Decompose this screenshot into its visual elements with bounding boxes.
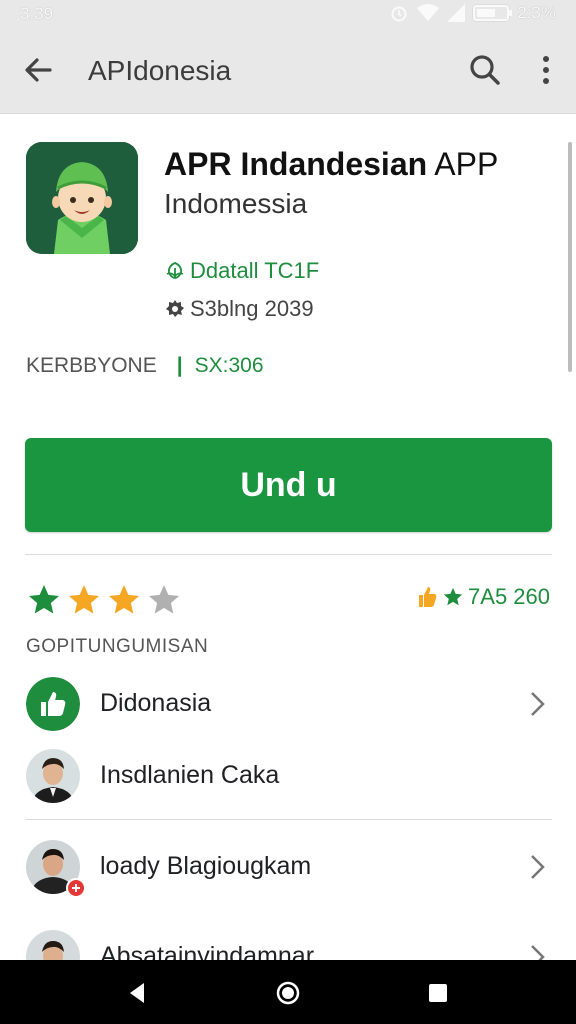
info-key: KERBBYONE: [26, 354, 157, 377]
section-title: GOPITUNGUMISAN: [26, 636, 209, 657]
app-bar: APIdonesia: [0, 28, 576, 114]
app-icon: [26, 142, 138, 254]
rating-summary: 7A5 260: [416, 584, 550, 610]
thumb-up-icon: [26, 677, 80, 731]
info-value: SX:306: [194, 354, 264, 377]
avatar: [26, 749, 80, 803]
list-item-label: loady Blagiougkam: [100, 852, 312, 880]
meta-secondary-text: S3blng 2039: [190, 296, 314, 321]
chevron-right-icon: [531, 692, 545, 716]
info-row: KERBBYONE | SX:306: [26, 354, 264, 378]
meta-primary-text: Ddatall TC1F: [190, 258, 320, 283]
app-name-suffix: APP: [427, 146, 499, 182]
app-name: APR Indandesian APP: [164, 146, 498, 183]
battery-icon: [473, 5, 513, 21]
divider: [25, 819, 552, 820]
developer-name[interactable]: Indomessia: [164, 188, 307, 220]
divider: [25, 554, 552, 555]
person-avatar-icon: [26, 749, 80, 803]
star-filled-icon: [69, 585, 99, 614]
back-arrow-icon[interactable]: [18, 50, 58, 90]
meta-primary: Ddatall TC1F: [164, 258, 319, 284]
list-item[interactable]: Didonasia: [0, 669, 576, 739]
alarm-icon: [391, 6, 407, 22]
badge-icon: [66, 878, 86, 898]
meta-secondary: S3blng 2039: [164, 296, 314, 322]
rating-count: 7A5 260: [468, 584, 550, 609]
status-bar: 3:39 2:3%: [0, 0, 576, 28]
system-nav-bar: [0, 960, 576, 1024]
list-item-label: Insdlanien Caka: [100, 761, 280, 789]
app-logo-icon: [26, 142, 138, 254]
install-button[interactable]: Und u: [25, 438, 552, 532]
thumb-up-icon: [419, 587, 437, 607]
battery-percent: 2:3%: [517, 3, 556, 22]
app-details: APR Indandesian APP Indomessia Ddatall T…: [0, 114, 576, 984]
app-name-bold: APR Indandesian: [164, 146, 428, 182]
list-item[interactable]: Insdlanien Caka: [0, 741, 576, 811]
list-item-label: Didonasia: [100, 689, 212, 717]
star-filled-icon: [109, 585, 139, 614]
info-separator: |: [176, 354, 183, 377]
more-options-icon[interactable]: [532, 50, 560, 90]
nav-back-icon[interactable]: [124, 980, 150, 1006]
list-item[interactable]: loady Blagiougkam: [0, 832, 576, 902]
nav-recents-icon[interactable]: [425, 980, 451, 1006]
chevron-right-icon: [531, 855, 545, 879]
status-time: 3:39: [20, 4, 54, 23]
star-filled-icon: [29, 585, 59, 614]
status-icons: 2:3%: [389, 3, 556, 23]
rating-stars[interactable]: [26, 582, 182, 618]
star-empty-icon: [149, 585, 179, 614]
scrollbar[interactable]: [568, 142, 572, 372]
leaf-badge-icon: [166, 262, 184, 279]
signal-icon: [447, 4, 466, 22]
app-bar-title: APIdonesia: [88, 55, 232, 86]
gear-icon: [166, 300, 184, 317]
wifi-icon: [417, 4, 440, 21]
nav-home-icon[interactable]: [275, 980, 301, 1006]
search-icon[interactable]: [465, 50, 505, 90]
star-small-icon: [443, 587, 463, 606]
thumb-up-avatar: [26, 677, 80, 731]
